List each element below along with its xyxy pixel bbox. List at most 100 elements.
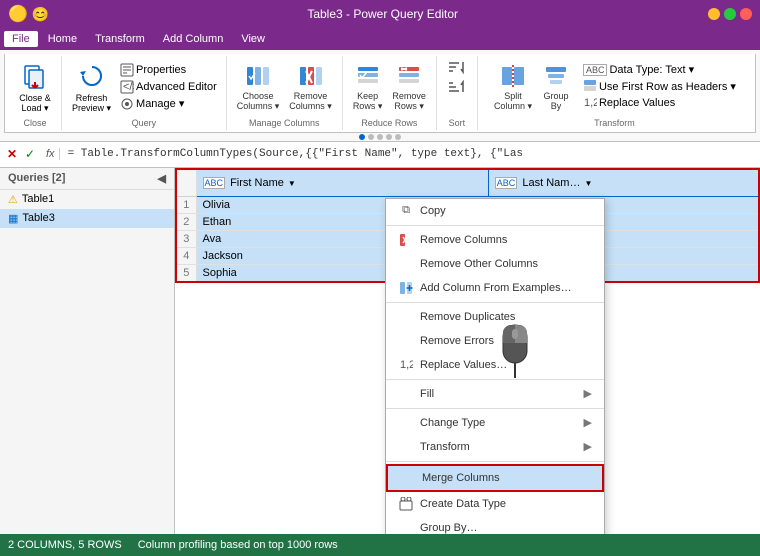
svg-text:1,2: 1,2 (400, 359, 413, 371)
menu-transform[interactable]: Transform (87, 31, 153, 47)
query-group-label: Query (132, 116, 157, 128)
ribbon-group-close: Close &Load ▾ Close (9, 56, 62, 130)
ctx-remove-other-columns[interactable]: Remove Other Columns (386, 252, 604, 276)
minimize-button[interactable] (708, 8, 720, 20)
ctx-remove-columns[interactable]: Remove Columns (386, 228, 604, 252)
ctx-copy-label: Copy (420, 205, 446, 217)
ctx-copy[interactable]: ⧉ Copy (386, 199, 604, 223)
remove-rows-button[interactable]: RemoveRows ▾ (388, 60, 430, 114)
col-header-firstname[interactable]: ABC First Name ▼ (196, 169, 488, 197)
split-column-button[interactable]: SplitColumn ▾ (490, 60, 536, 114)
remove-err-icon (398, 333, 414, 349)
manage-button[interactable]: Manage ▾ (117, 96, 220, 112)
ctx-fill[interactable]: Fill ▶ (386, 382, 604, 406)
row-num-3: 3 (176, 231, 196, 248)
keep-rows-icon (354, 62, 382, 90)
advanced-editor-button[interactable]: </> Advanced Editor (117, 79, 220, 95)
ctx-remove-dup-label: Remove Duplicates (420, 311, 515, 323)
transform-group-label: Transform (594, 116, 635, 128)
transform-buttons: SplitColumn ▾ GroupBy ABC (490, 58, 739, 116)
ribbon-content: Close &Load ▾ Close RefreshPreview ▾ (4, 54, 756, 133)
sort-asc-button[interactable] (443, 58, 471, 76)
ctx-change-type[interactable]: Change Type ▶ (386, 411, 604, 435)
ctx-create-data-type[interactable]: Create Data Type (386, 492, 604, 516)
ctx-merge-columns[interactable]: Merge Columns (386, 464, 604, 492)
properties-button[interactable]: Properties (117, 62, 220, 78)
remove-cols-ctx-icon (398, 232, 414, 248)
sidebar-collapse-icon[interactable]: ◀ (158, 172, 166, 185)
formula-cancel-button[interactable]: ✕ (4, 146, 20, 162)
ctx-create-data-type-label: Create Data Type (420, 498, 506, 510)
lastname-type-icon: ABC (495, 177, 518, 189)
row-num-5: 5 (176, 265, 196, 283)
formula-input[interactable]: = Table.TransformColumnTypes(Source,{{"F… (68, 148, 756, 160)
sort-desc-button[interactable] (443, 78, 471, 96)
query-buttons: RefreshPreview ▾ Properties </> Advanced… (68, 58, 220, 116)
advanced-editor-label: Advanced Editor (136, 81, 217, 93)
ctx-sep-2 (386, 302, 604, 303)
close-window-button[interactable] (740, 8, 752, 20)
manage-cols-label: Manage Columns (249, 116, 320, 128)
group-by-icon (542, 62, 570, 90)
first-row-headers-button[interactable]: Use First Row as Headers ▾ (580, 78, 739, 94)
sidebar-item-table1[interactable]: ⚠ Table1 (0, 190, 174, 209)
manage-label: Manage ▾ (136, 97, 184, 110)
menu-file[interactable]: File (4, 31, 38, 47)
menu-view[interactable]: View (233, 31, 273, 47)
choose-columns-icon (244, 62, 272, 90)
nav-dot-4 (386, 134, 392, 140)
firstname-dropdown-icon[interactable]: ▼ (288, 179, 296, 188)
replace-ctx-icon: 1,2 (398, 357, 414, 373)
ribbon-nav-dots (4, 133, 756, 141)
close-load-button[interactable]: Close &Load ▾ (15, 58, 55, 116)
group-by-button[interactable]: GroupBy (538, 60, 574, 114)
refresh-preview-button[interactable]: RefreshPreview ▾ (68, 58, 115, 116)
create-dt-icon (398, 496, 414, 512)
group-by-ctx-icon (398, 520, 414, 534)
data-type-button[interactable]: ABC Data Type: Text ▾ (580, 62, 739, 77)
close-load-icon (19, 60, 51, 92)
menu-add-column[interactable]: Add Column (155, 31, 232, 47)
merge-cols-icon (400, 470, 416, 486)
main-area: Queries [2] ◀ ⚠ Table1 ▦ Table3 ABC Firs… (0, 168, 760, 534)
table1-warning-icon: ⚠ (8, 193, 18, 206)
choose-columns-button[interactable]: ChooseColumns ▾ (233, 60, 284, 114)
nav-dot-2 (368, 134, 374, 140)
title-bar: 🟡 😊 Table3 - Power Query Editor (0, 0, 760, 28)
sidebar-item-table3[interactable]: ▦ Table3 (0, 209, 174, 228)
nav-dot-5 (395, 134, 401, 140)
ctx-add-col-examples[interactable]: Add Column From Examples… (386, 276, 604, 300)
maximize-button[interactable] (724, 8, 736, 20)
remove-dup-icon (398, 309, 414, 325)
remove-rows-icon (395, 62, 423, 90)
ctx-add-col-label: Add Column From Examples… (420, 282, 572, 294)
ctx-group-by[interactable]: Group By… (386, 516, 604, 534)
refresh-icon (76, 60, 108, 92)
remove-columns-button[interactable]: RemoveColumns ▾ (285, 60, 336, 114)
change-type-icon (398, 415, 414, 431)
formula-confirm-button[interactable]: ✓ (22, 146, 38, 162)
column-header-row: ABC First Name ▼ ABC Last Nam… ▼ (176, 169, 759, 197)
status-bar: 2 COLUMNS, 5 ROWS Column profiling based… (0, 534, 760, 556)
lastname-dropdown-icon[interactable]: ▼ (585, 179, 593, 188)
formula-icons: ✕ ✓ (4, 146, 38, 162)
window-controls[interactable] (708, 8, 752, 20)
ctx-transform[interactable]: Transform ▶ (386, 435, 604, 459)
svg-text:</>: </> (123, 81, 134, 93)
query-small-buttons: Properties </> Advanced Editor Manage ▾ (117, 62, 220, 112)
copy-icon: ⧉ (398, 203, 414, 219)
manage-cols-buttons: ChooseColumns ▾ RemoveColumns ▾ (233, 58, 336, 116)
ctx-merge-columns-label: Merge Columns (422, 472, 500, 484)
replace-values-button[interactable]: 1,2 Replace Values (580, 95, 739, 111)
col-header-lastname[interactable]: ABC Last Nam… ▼ (488, 169, 759, 197)
ctx-sep-1 (386, 225, 604, 226)
table3-table-icon: ▦ (8, 212, 18, 225)
row-num-4: 4 (176, 248, 196, 265)
keep-rows-button[interactable]: KeepRows ▾ (349, 60, 387, 114)
ctx-remove-errors-label: Remove Errors (420, 335, 494, 347)
sort-group-label: Sort (449, 116, 466, 128)
ctx-transform-label: Transform (420, 441, 470, 453)
sort-buttons (443, 58, 471, 116)
formula-bar: ✕ ✓ fx = Table.TransformColumnTypes(Sour… (0, 142, 760, 168)
menu-home[interactable]: Home (40, 31, 85, 47)
